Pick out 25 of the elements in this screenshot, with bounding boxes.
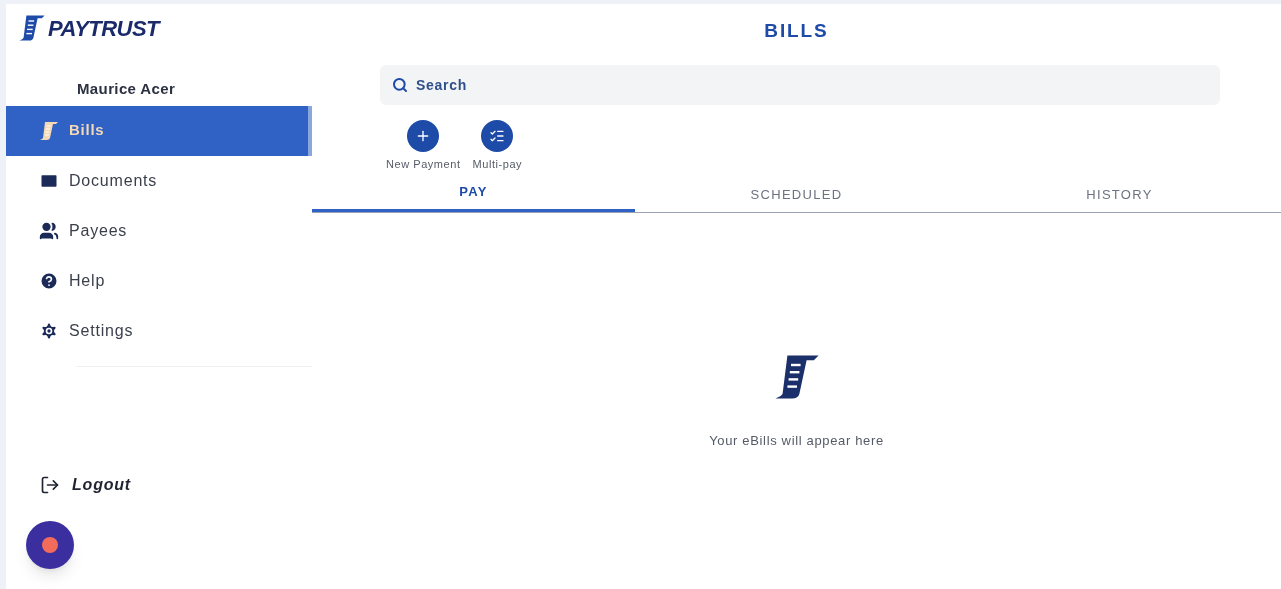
people-icon bbox=[39, 220, 59, 241]
search-field[interactable]: Search bbox=[380, 64, 1220, 105]
nav-item[interactable]: Bills bbox=[6, 105, 312, 156]
empty-message: Your eBills will appear here bbox=[709, 432, 884, 450]
action-button[interactable]: New Payment bbox=[386, 119, 461, 172]
chat-bubble[interactable] bbox=[26, 520, 74, 569]
logo-text: PAYTRUST bbox=[48, 14, 159, 43]
nav-item[interactable]: Help bbox=[6, 255, 312, 306]
nav-item[interactable]: Payees bbox=[6, 205, 312, 256]
help-icon bbox=[39, 270, 59, 291]
action-button[interactable]: Multi-pay bbox=[472, 119, 523, 172]
page-title: BILLS bbox=[764, 19, 829, 43]
settings-icon bbox=[39, 320, 59, 341]
logout-link[interactable]: Logout bbox=[40, 472, 131, 497]
logout-icon bbox=[40, 474, 60, 495]
tab[interactable]: HISTORY bbox=[958, 182, 1281, 212]
user-name: Maurice Acer bbox=[77, 79, 177, 99]
nav-item[interactable]: Settings bbox=[6, 305, 312, 356]
search-icon bbox=[392, 76, 408, 93]
logo-scroll-icon bbox=[18, 14, 46, 42]
paytrust-logo[interactable]: PAYTRUST bbox=[18, 8, 312, 48]
scroll-icon bbox=[39, 120, 59, 141]
tab[interactable]: SCHEDULED bbox=[635, 182, 958, 212]
nav-item[interactable]: Documents bbox=[6, 155, 312, 206]
tab[interactable]: PAY bbox=[312, 182, 635, 212]
